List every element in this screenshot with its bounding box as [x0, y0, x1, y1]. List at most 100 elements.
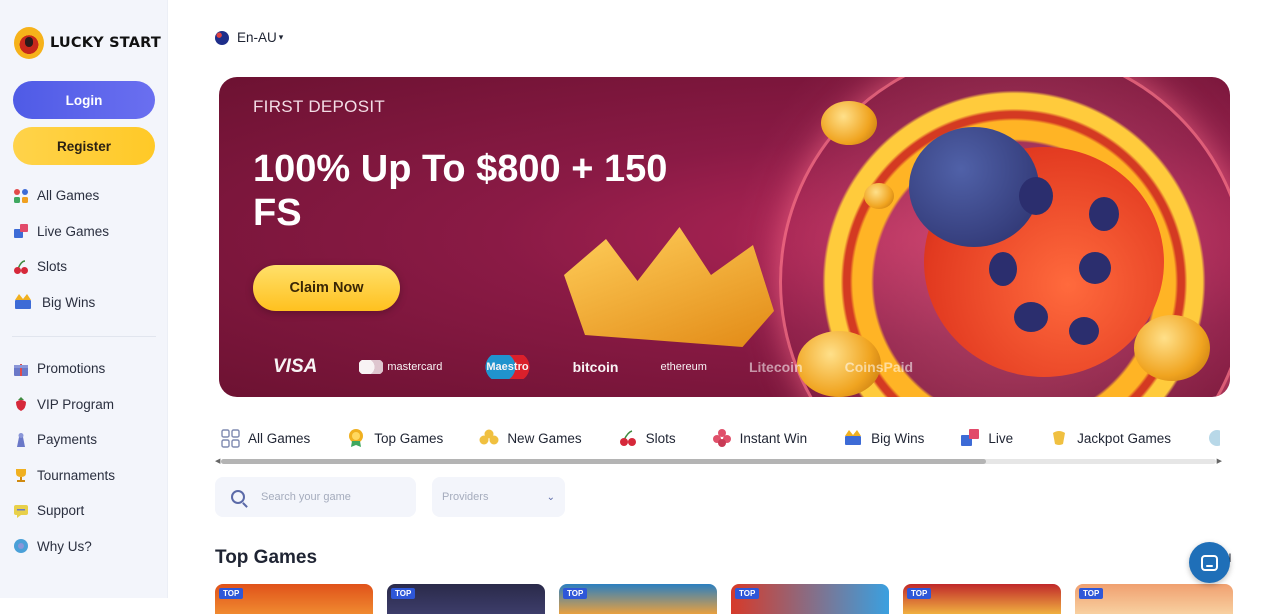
game-tile[interactable]: TOP — [387, 584, 545, 614]
tab-partial[interactable] — [1207, 428, 1220, 448]
trophy-icon — [12, 467, 29, 484]
clover-icon — [479, 428, 499, 448]
ladybug-spot — [1079, 252, 1111, 284]
scroll-thumb[interactable] — [221, 459, 986, 464]
sidebar-item-label: Tournaments — [37, 467, 116, 483]
sidebar-divider — [12, 336, 156, 337]
ethereum-logo: ethereum — [660, 361, 707, 373]
register-button[interactable]: Register — [13, 127, 155, 165]
providers-select[interactable]: Providers ⌄ — [432, 477, 565, 517]
game-tile[interactable]: TOP — [215, 584, 373, 614]
sidebar: LUCKY START Login Register All Games Liv… — [0, 0, 168, 598]
support-icon — [12, 502, 29, 519]
top-badge: TOP — [219, 588, 244, 599]
sidebar-item-payments[interactable]: Payments — [12, 422, 162, 458]
tab-label: Jackpot Games — [1077, 430, 1171, 446]
tab-jackpot-games[interactable]: Jackpot Games — [1049, 428, 1171, 448]
cherries-icon — [618, 428, 638, 448]
chevron-down-icon: ▾ — [278, 32, 284, 42]
ladybug-spot — [1089, 197, 1119, 231]
game-tile[interactable]: TOP — [1075, 584, 1233, 614]
sidebar-secondary-nav: Promotions VIP Program Payments Tourname… — [12, 351, 162, 564]
litecoin-logo: Litecoin — [748, 359, 803, 375]
sidebar-item-label: VIP Program — [37, 396, 115, 412]
sidebar-item-big-wins[interactable]: Big Wins — [12, 285, 162, 321]
search-input[interactable] — [261, 491, 401, 503]
login-button[interactable]: Login — [13, 81, 155, 119]
all-games-icon — [12, 187, 29, 204]
ladybug-spot — [1069, 317, 1099, 345]
sidebar-item-promotions[interactable]: Promotions — [12, 351, 162, 387]
chat-icon — [1201, 554, 1218, 571]
bitcoin-logo: bitcoin — [572, 359, 619, 375]
tab-big-wins[interactable]: Big Wins — [843, 428, 924, 448]
claim-now-button[interactable]: Claim Now — [253, 265, 400, 311]
tab-label: All Games — [248, 430, 311, 446]
tab-top-games[interactable]: Top Games — [346, 428, 443, 448]
ladybug-spot — [1019, 177, 1053, 215]
category-tabs: All Games Top Games New Games Slots Inst… — [220, 424, 1220, 452]
globe-icon — [1207, 428, 1220, 448]
game-tile[interactable]: TOP — [903, 584, 1061, 614]
scroll-left-icon[interactable]: ◀ — [215, 457, 220, 466]
brand-name: LUCKY START — [50, 35, 161, 51]
live-icon — [960, 428, 980, 448]
ladybug-logo-icon — [14, 27, 44, 59]
sidebar-item-label: Live Games — [37, 223, 110, 239]
gift-icon — [12, 360, 29, 377]
banner-title: 100% Up To $800 + 150 FS — [253, 148, 668, 234]
coin-illustration — [1134, 315, 1210, 381]
top-games-row: TOP TOP TOP TOP TOP TOP — [215, 584, 1233, 614]
game-tile[interactable]: TOP — [559, 584, 717, 614]
big-wins-icon — [12, 294, 34, 311]
language-label: En-AU — [237, 30, 277, 45]
sidebar-item-tournaments[interactable]: Tournaments — [12, 458, 162, 494]
tab-all-games[interactable]: All Games — [220, 428, 310, 448]
flower-icon — [712, 428, 732, 448]
sidebar-item-slots[interactable]: Slots — [12, 249, 162, 285]
payment-methods: VISA mastercard Maestro bitcoin ethereum… — [273, 355, 955, 379]
top-badge: TOP — [907, 588, 932, 599]
sidebar-item-label: Support — [37, 503, 85, 519]
tab-slots[interactable]: Slots — [618, 428, 676, 448]
cherries-icon — [12, 258, 29, 275]
live-chat-button[interactable] — [1189, 542, 1230, 583]
ladybug-head — [909, 127, 1039, 247]
scroll-right-icon[interactable]: ▶ — [1217, 457, 1222, 466]
search-box — [215, 477, 416, 517]
top-badge: TOP — [1079, 588, 1104, 599]
providers-label: Providers — [442, 491, 489, 503]
top-badge: TOP — [563, 588, 588, 599]
sidebar-item-vip-program[interactable]: VIP Program — [12, 387, 162, 423]
sidebar-primary-nav: All Games Live Games Slots Big Wins — [12, 178, 162, 320]
tab-label: New Games — [507, 430, 582, 446]
tab-instant-win[interactable]: Instant Win — [712, 428, 807, 448]
sidebar-item-why-us[interactable]: Why Us? — [12, 529, 162, 565]
tab-new-games[interactable]: New Games — [479, 428, 582, 448]
visa-logo: VISA — [273, 356, 318, 377]
live-games-icon — [12, 223, 29, 240]
tab-label: Top Games — [374, 430, 444, 446]
maestro-logo: Maestro — [484, 355, 530, 379]
sidebar-item-label: Payments — [37, 432, 98, 448]
chevron-down-icon: ⌄ — [546, 491, 555, 503]
sidebar-item-all-games[interactable]: All Games — [12, 178, 162, 214]
coin-illustration — [864, 183, 894, 209]
sidebar-item-live-games[interactable]: Live Games — [12, 214, 162, 250]
game-tile[interactable]: TOP — [731, 584, 889, 614]
mastercard-logo: mastercard — [359, 360, 442, 374]
sidebar-item-label: Big Wins — [42, 294, 96, 310]
top-badge: TOP — [735, 588, 760, 599]
ladybug-spot — [989, 252, 1017, 286]
language-selector[interactable]: En-AU ▾ — [215, 30, 283, 45]
strawberry-icon — [12, 396, 29, 413]
tab-live[interactable]: Live — [960, 428, 1013, 448]
search-icon — [231, 490, 245, 504]
category-scrollbar[interactable]: ◀ ▶ — [215, 457, 1222, 466]
logo[interactable]: LUCKY START — [14, 27, 161, 59]
sidebar-item-support[interactable]: Support — [12, 493, 162, 529]
top-badge: TOP — [391, 588, 416, 599]
sidebar-item-label: Slots — [37, 259, 68, 275]
grid-icon — [220, 428, 240, 448]
section-title: Top Games — [215, 547, 318, 568]
